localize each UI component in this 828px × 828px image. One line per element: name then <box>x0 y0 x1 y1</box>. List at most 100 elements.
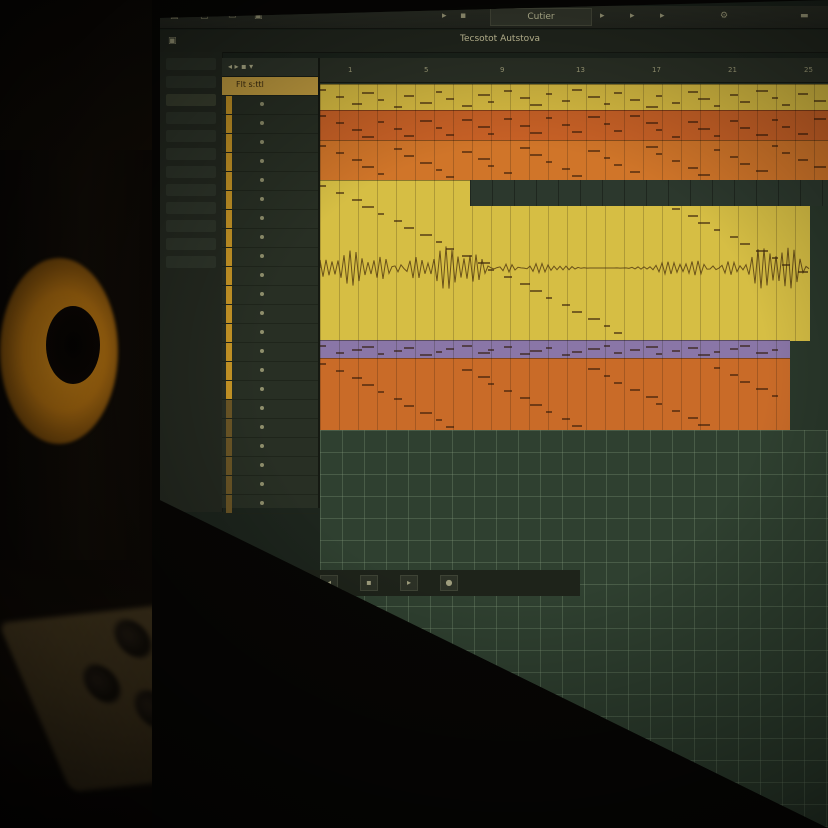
loop-icon[interactable]: ▪ <box>460 10 466 22</box>
midi-note <box>772 349 778 351</box>
track-row[interactable] <box>222 172 318 191</box>
midi-note <box>730 348 738 350</box>
track-row-selected[interactable]: Flt s:ttl <box>222 77 318 96</box>
inspector-row[interactable] <box>166 112 216 124</box>
inspector-row[interactable] <box>166 58 216 70</box>
midi-note <box>462 151 472 153</box>
track-row[interactable] <box>222 286 318 305</box>
track-arm-dot[interactable] <box>260 216 264 220</box>
midi-note <box>530 404 542 406</box>
track-arm-dot[interactable] <box>260 349 264 353</box>
track-arm-dot[interactable] <box>260 463 264 467</box>
track-row[interactable] <box>222 96 318 115</box>
region-yellow-top[interactable] <box>320 84 828 111</box>
midi-note <box>546 161 552 163</box>
track-row[interactable] <box>222 134 318 153</box>
track-arm-dot[interactable] <box>260 159 264 163</box>
inspector-row[interactable] <box>166 256 216 268</box>
track-arm-dot[interactable] <box>260 178 264 182</box>
track-arm-dot[interactable] <box>260 140 264 144</box>
track-row[interactable] <box>222 400 318 419</box>
midi-note <box>814 118 826 120</box>
inspector-row[interactable] <box>166 166 216 178</box>
midi-note <box>478 126 490 128</box>
play-icon[interactable]: ▸ <box>442 10 447 22</box>
track-row[interactable] <box>222 248 318 267</box>
region-gap <box>470 180 828 206</box>
inspector-row[interactable] <box>166 220 216 232</box>
record-button[interactable]: ● <box>440 575 458 591</box>
next-icon[interactable]: ▸ <box>630 10 635 22</box>
ruler-tick-label: 17 <box>652 66 661 74</box>
track-arm-dot[interactable] <box>260 292 264 296</box>
track-arm-dot[interactable] <box>260 501 264 505</box>
track-color-strip <box>226 495 232 513</box>
track-arm-dot[interactable] <box>260 387 264 391</box>
track-row[interactable] <box>222 153 318 172</box>
track-row[interactable] <box>222 362 318 381</box>
track-row[interactable] <box>222 210 318 229</box>
view-toggle-icon[interactable]: ▣ <box>168 35 177 47</box>
track-arm-dot[interactable] <box>260 444 264 448</box>
track-arm-dot[interactable] <box>260 254 264 258</box>
record-icon[interactable]: ▸ <box>660 10 665 22</box>
midi-note <box>798 133 808 135</box>
track-row[interactable] <box>222 381 318 400</box>
track-row[interactable] <box>222 438 318 457</box>
track-row[interactable] <box>222 229 318 248</box>
track-arm-dot[interactable] <box>260 406 264 410</box>
track-row[interactable] <box>222 457 318 476</box>
track-row[interactable] <box>222 324 318 343</box>
timeline-ruler[interactable]: 1 5 9 13 17 21 25 <box>320 58 828 83</box>
track-row[interactable] <box>222 495 318 514</box>
inspector-row[interactable] <box>166 76 216 88</box>
forward-icon[interactable]: ▸ <box>600 10 605 22</box>
midi-note <box>772 145 778 147</box>
region-orange-1[interactable] <box>320 110 828 141</box>
inspector-row[interactable] <box>166 130 216 142</box>
midi-note <box>394 148 402 150</box>
midi-note <box>604 157 610 159</box>
track-row[interactable] <box>222 476 318 495</box>
track-arm-dot[interactable] <box>260 102 264 106</box>
region-orange-lower[interactable] <box>320 358 790 431</box>
midi-note <box>798 159 808 161</box>
track-row[interactable] <box>222 305 318 324</box>
track-arm-dot[interactable] <box>260 330 264 334</box>
inspector-row[interactable] <box>166 238 216 250</box>
track-row[interactable] <box>222 419 318 438</box>
track-list-header: ◂ ▸ ▪ ▾ <box>222 58 318 77</box>
midi-note <box>656 403 662 405</box>
track-arm-dot[interactable] <box>260 121 264 125</box>
midi-note <box>646 396 658 398</box>
track-color-strip <box>226 96 232 114</box>
midi-note <box>672 350 680 352</box>
settings-icon[interactable]: ⚙ <box>720 10 728 22</box>
inspector-row[interactable] <box>166 148 216 160</box>
track-row[interactable] <box>222 191 318 210</box>
track-arm-dot[interactable] <box>260 197 264 201</box>
track-row[interactable] <box>222 267 318 286</box>
play-button[interactable]: ▸ <box>400 575 418 591</box>
midi-note <box>698 98 710 100</box>
inspector-row[interactable] <box>166 202 216 214</box>
app-tab[interactable]: Cutier <box>490 8 592 26</box>
track-arm-dot[interactable] <box>260 482 264 486</box>
track-arm-dot[interactable] <box>260 425 264 429</box>
minimize-icon[interactable]: ▬ <box>800 10 809 22</box>
inspector-row[interactable] <box>166 184 216 196</box>
stop-button[interactable]: ▪ <box>360 575 378 591</box>
track-row[interactable] <box>222 343 318 362</box>
midi-note <box>320 145 326 147</box>
region-orange-2[interactable] <box>320 140 828 181</box>
track-arm-dot[interactable] <box>260 273 264 277</box>
midi-note <box>672 102 680 104</box>
region-purple[interactable] <box>320 340 790 359</box>
midi-note <box>688 347 698 349</box>
track-row[interactable] <box>222 115 318 134</box>
track-arm-dot[interactable] <box>260 235 264 239</box>
track-arm-dot[interactable] <box>260 368 264 372</box>
inspector-row[interactable] <box>166 94 216 106</box>
midi-note <box>740 345 750 347</box>
track-arm-dot[interactable] <box>260 311 264 315</box>
